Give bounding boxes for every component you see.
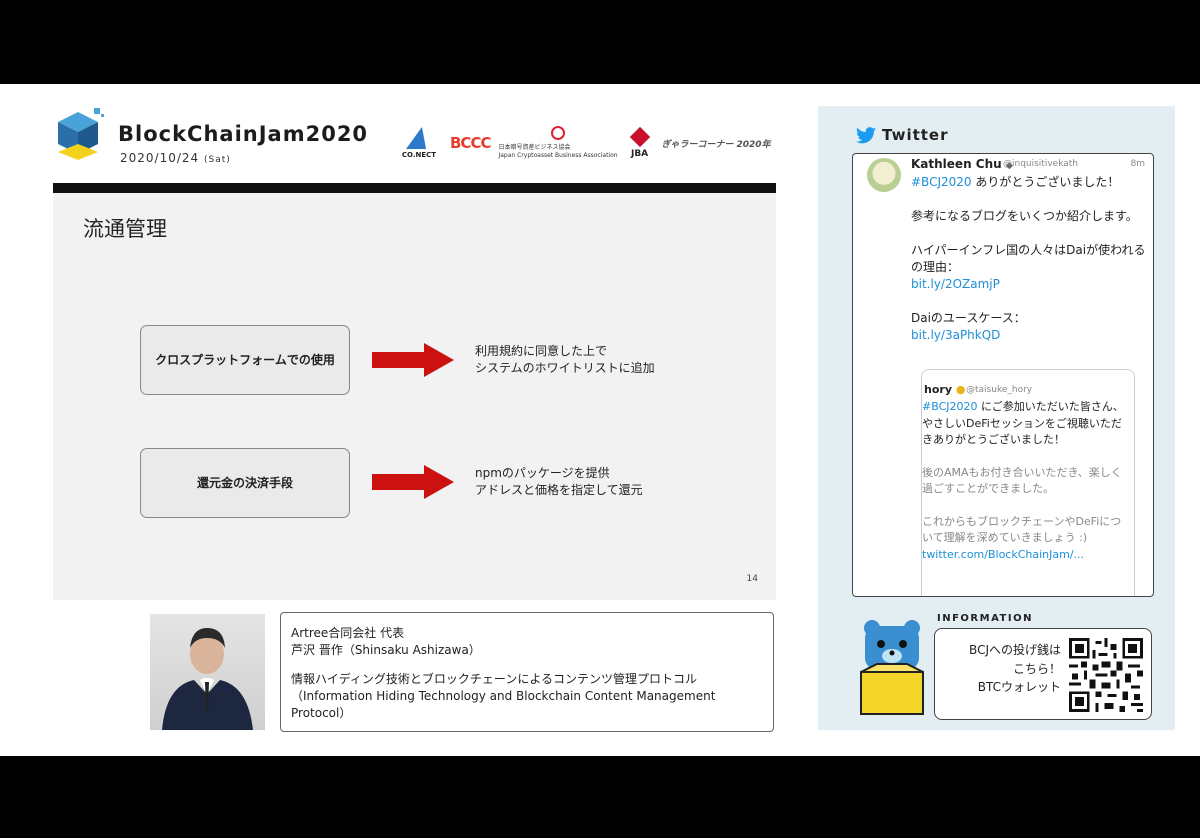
quote-text: #BCJ2020 にご参加いただいた皆さん、やさしいDeFiセッションをご視聴い…: [922, 399, 1132, 563]
feature-box-cross-platform: クロスプラットフォームでの使用: [140, 325, 350, 395]
sponsor-jcba: 日本暗号資産ビジネス協会 Japan Cryptoasset Business A…: [498, 126, 618, 160]
quoted-tweet[interactable]: hory ● @taisuke_hory #BCJ2020 にご参加いただいた皆…: [921, 369, 1135, 596]
brand-date: 2020/10/24 (Sat): [120, 151, 231, 165]
qr-code-icon[interactable]: [1069, 638, 1143, 712]
donation-text: BCJへの投げ銭は こちら！ BTCウォレット: [969, 643, 1061, 695]
tweet-link-2[interactable]: bit.ly/3aPhkQD: [911, 327, 1147, 344]
presentation-slide: 流通管理 クロスプラットフォームでの使用 利用規約に同意した上で システムのホワ…: [53, 193, 776, 600]
sponsor-connect: CO.NECT: [396, 127, 442, 159]
quote-author-handle[interactable]: @taisuke_hory: [966, 385, 1032, 395]
sponsor-logos: CO.NECT BCCC 日本暗号資産ビジネス協会 Japan Cryptoass…: [396, 120, 776, 166]
arrow-right-icon: [372, 343, 454, 377]
brand-title: BlockChainJam2020: [118, 122, 369, 146]
information-label: INFORMATION: [937, 613, 1033, 624]
quote-link[interactable]: twitter.com/BlockChainJam/...: [922, 547, 1132, 564]
hashtag-link[interactable]: #BCJ2020: [911, 175, 972, 189]
speaker-photo: [150, 614, 265, 730]
slide-page-number: 14: [746, 574, 758, 584]
feature-desc-cross-platform: 利用規約に同意した上で システムのホワイトリストに追加: [475, 344, 655, 376]
blockchainjam-logo-icon: [58, 108, 104, 160]
speaker-company: Artree合同会社 代表: [291, 626, 405, 640]
tweet-text: #BCJ2020 ありがとうございました！ 参考になるブログをいくつか紹介します…: [911, 174, 1147, 344]
speaker-silhouette-icon: [162, 628, 253, 730]
sponsor-bccc: BCCC: [450, 134, 491, 152]
talk-title-ja: 情報ハイディング技術とブロックチェーンによるコンテンツ管理プロトコル: [291, 672, 697, 687]
sponsor-rl: ぎゃラーコーナー 2020年: [661, 139, 771, 150]
arrow-right-icon: [372, 465, 454, 499]
donation-box: BCJへの投げ銭は こちら！ BTCウォレット: [934, 628, 1152, 720]
connect-logo-icon: [406, 127, 432, 149]
avatar[interactable]: [867, 158, 901, 192]
tweet-time: 8m: [1130, 159, 1146, 169]
tweet-author-handle[interactable]: @inquisitivekath: [1003, 159, 1078, 169]
quote-hashtag-link[interactable]: #BCJ2020: [922, 400, 978, 413]
sponsor-jba: JBA: [626, 126, 654, 159]
twitter-header: Twitter: [856, 126, 949, 144]
twitter-bird-icon: [856, 126, 876, 143]
emoji-face-icon: ●: [955, 383, 966, 396]
speaker-info: Artree合同会社 代表 芦沢 晋作（Shinsaku Ashizawa） 情…: [280, 612, 774, 732]
jba-cube-icon: [629, 126, 650, 147]
slide-title: 流通管理: [83, 217, 167, 241]
tweet-card[interactable]: Kathleen Chu ◆ @inquisitivekath 8m #BCJ2…: [852, 153, 1154, 597]
feature-desc-payment: npmのパッケージを提供 アドレスと価格を指定して還元: [475, 466, 643, 498]
speaker-name: 芦沢 晋作（Shinsaku Ashizawa）: [291, 643, 481, 658]
bear-mascot-icon: [860, 620, 924, 715]
talk-title-en: （Information Hiding Technology and Block…: [291, 689, 716, 721]
jcba-ring-icon: [551, 126, 566, 141]
feature-box-payment: 還元金の決済手段: [140, 448, 350, 518]
header-divider: [53, 183, 776, 193]
tweet-link-1[interactable]: bit.ly/2OZamjP: [911, 276, 1147, 293]
quote-author-name[interactable]: hory ●: [924, 383, 965, 396]
tweet-author-name[interactable]: Kathleen Chu ◆: [911, 157, 1013, 171]
